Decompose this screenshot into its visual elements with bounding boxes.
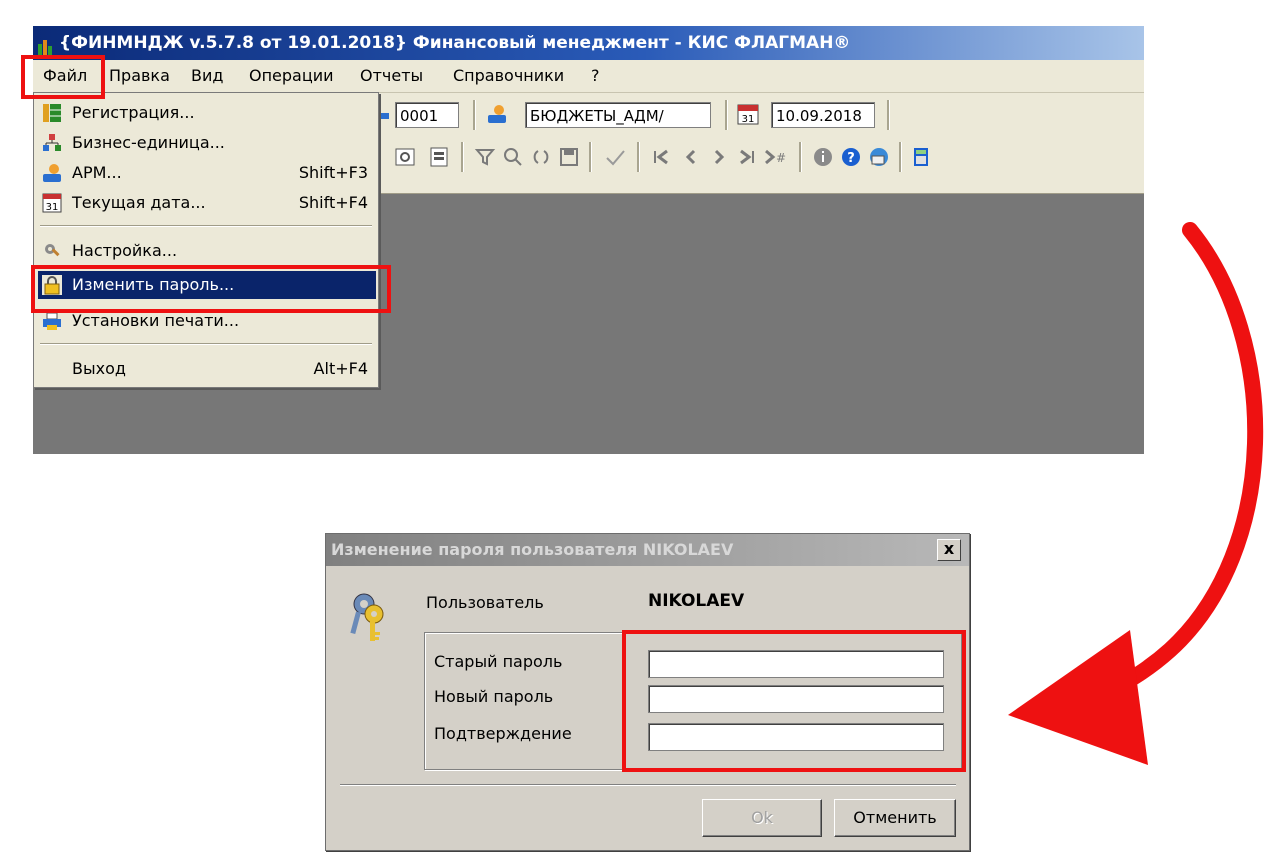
menu-item-registration[interactable]: Регистрация... <box>38 99 376 127</box>
workstation-icon[interactable] <box>485 102 509 126</box>
settings-icon <box>42 241 62 261</box>
confirm-password-label: Подтверждение <box>434 724 572 743</box>
menu-item-shortcut: Shift+F3 <box>298 163 368 182</box>
menu-item-label: Настройка... <box>72 241 178 260</box>
help-icon[interactable]: ? <box>839 145 863 169</box>
user-label: Пользователь <box>426 593 544 612</box>
svg-text:31: 31 <box>46 202 59 213</box>
menu-item-current-date[interactable]: 31 Текущая дата... Shift+F4 <box>38 189 376 217</box>
menu-view[interactable]: Вид <box>191 66 223 86</box>
refresh-icon[interactable] <box>529 145 553 169</box>
info-icon[interactable] <box>811 145 835 169</box>
first-record-icon[interactable] <box>649 145 673 169</box>
toolbar-separator <box>887 100 890 130</box>
printer-icon <box>42 311 62 331</box>
highlight-change-password <box>31 265 391 313</box>
red-arrow-annotation <box>1008 222 1264 765</box>
highlight-file-menu <box>21 55 105 99</box>
toolbar-separator <box>589 142 592 172</box>
user-value: NIKOLAEV <box>648 591 745 611</box>
svg-text:#: # <box>776 151 786 165</box>
menu-item-shortcut: Shift+F4 <box>298 193 368 212</box>
menu-item-settings[interactable]: Настройка... <box>38 237 376 265</box>
workstation-icon <box>42 163 62 183</box>
menu-operations[interactable]: Операции <box>249 66 334 86</box>
dialog-titlebar[interactable]: Изменение пароля пользователя NIKOLAEV x <box>326 534 969 566</box>
menu-item-label: Текущая дата... <box>72 193 206 212</box>
menu-separator <box>40 225 372 227</box>
filter-icon[interactable] <box>473 145 497 169</box>
print-icon[interactable] <box>427 145 451 169</box>
menu-separator <box>40 343 372 345</box>
toolbar-separator <box>473 100 476 130</box>
menu-item-workstation[interactable]: АРМ... Shift+F3 <box>38 159 376 187</box>
prev-record-icon[interactable] <box>679 145 703 169</box>
menu-item-shortcut: Alt+F4 <box>313 359 368 378</box>
ok-button[interactable]: Ok <box>702 799 822 837</box>
business-unit-icon <box>42 133 62 153</box>
registration-icon <box>42 103 62 123</box>
menu-directories[interactable]: Справочники <box>453 66 564 86</box>
window-title: {ФИНМНДЖ v.5.7.8 от 19.01.2018} Финансов… <box>59 33 851 53</box>
new-password-label: Новый пароль <box>434 687 554 706</box>
calculator-icon[interactable] <box>909 145 933 169</box>
menubar: Файл Правка Вид Операции Отчеты Справочн… <box>33 60 1144 93</box>
dialog-divider <box>340 784 956 786</box>
menu-item-exit[interactable]: Выход Alt+F4 <box>38 355 376 383</box>
menu-item-label: АРМ... <box>72 163 122 182</box>
check-icon[interactable] <box>603 145 627 169</box>
menu-help[interactable]: ? <box>591 66 600 86</box>
window-titlebar[interactable]: {ФИНМНДЖ v.5.7.8 от 19.01.2018} Финансов… <box>33 26 1144 60</box>
save-icon[interactable] <box>557 145 581 169</box>
dialog-title: Изменение пароля пользователя NIKOLAEV <box>331 540 734 559</box>
preview-icon[interactable] <box>393 145 417 169</box>
last-record-icon[interactable] <box>735 145 759 169</box>
business-unit-field[interactable]: 0001 <box>395 102 459 128</box>
goto-record-icon[interactable]: # <box>763 145 787 169</box>
file-menu-dropdown: Регистрация... Бизнес-единица... АРМ... … <box>33 92 379 388</box>
toolbar-separator <box>725 100 728 130</box>
cancel-button[interactable]: Отменить <box>834 799 956 837</box>
menu-item-label: Регистрация... <box>72 103 195 122</box>
menu-reports[interactable]: Отчеты <box>360 66 423 86</box>
toolbar-separator <box>637 142 640 172</box>
old-password-label: Старый пароль <box>434 652 563 671</box>
toolbar-separator <box>899 142 902 172</box>
menu-item-business-unit[interactable]: Бизнес-единица... <box>38 129 376 157</box>
menu-edit[interactable]: Правка <box>109 66 170 86</box>
search-icon[interactable] <box>501 145 525 169</box>
menu-item-label: Выход <box>72 359 126 378</box>
svg-text:?: ? <box>847 151 855 166</box>
keys-icon <box>346 590 390 644</box>
svg-text:31: 31 <box>742 114 755 125</box>
highlight-password-fields <box>622 630 966 772</box>
close-button[interactable]: x <box>937 539 961 561</box>
mail-icon[interactable] <box>867 145 891 169</box>
app-logo-icon <box>37 34 53 56</box>
toolbar-separator <box>799 142 802 172</box>
calendar-icon[interactable]: 31 <box>736 102 760 126</box>
date-field[interactable]: 10.09.2018 <box>771 102 875 128</box>
next-record-icon[interactable] <box>707 145 731 169</box>
menu-item-label: Бизнес-единица... <box>72 133 225 152</box>
toolbar-separator <box>461 142 464 172</box>
workstation-field[interactable]: БЮДЖЕТЫ_АДМ/ <box>525 102 711 128</box>
calendar-icon: 31 <box>42 193 62 213</box>
